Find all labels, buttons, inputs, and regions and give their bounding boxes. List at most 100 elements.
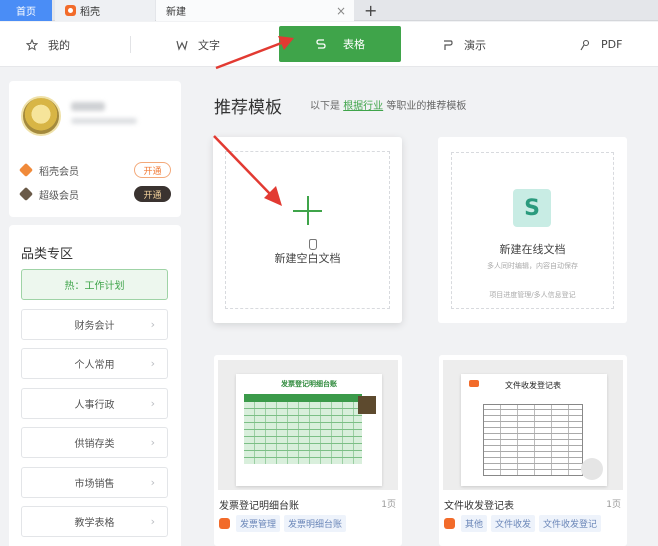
sheet-preview-decoration: [581, 458, 603, 480]
sheet-preview: 发票登记明细台账: [236, 374, 382, 486]
template-tags: 发票管理 发票明细台账: [219, 515, 347, 532]
nav-sheet-label: 表格: [343, 38, 365, 51]
template-card-invoice[interactable]: 发票登记明细台账 发票登记明细台账 1页 发票管理 发票明细台账: [214, 355, 402, 546]
annotation-arrow-to-sheet: [215, 36, 294, 70]
page-title: 推荐模板: [214, 98, 282, 118]
template-name: 文件收发登记表: [444, 501, 514, 512]
annotation-arrow-to-new-blank: [213, 135, 282, 206]
tab-new[interactable]: 新建 ×: [156, 0, 354, 21]
sheet-preview-header: [244, 394, 362, 402]
category-label: 教学表格: [74, 518, 115, 529]
pdf-icon: [580, 39, 590, 50]
category-item-work-plan[interactable]: 热：工作计划: [21, 269, 168, 300]
nav-divider: [130, 36, 131, 53]
category-label: 供销存类: [74, 439, 115, 450]
category-item-supply[interactable]: 供销存类 ›: [21, 427, 168, 458]
new-blank-doc-label: 新建空白文档: [274, 252, 341, 265]
online-doc-desc: 多人同时编辑，内容自动保存: [487, 262, 578, 270]
avatar[interactable]: [21, 96, 61, 136]
sheet-preview-decoration: [358, 396, 376, 414]
new-online-doc-card[interactable]: S 新建在线文档 多人同时编辑，内容自动保存 项目进度管理/多人信息登记: [438, 137, 627, 323]
industry-link[interactable]: 根据行业: [343, 101, 383, 112]
super-member-icon: [18, 186, 34, 202]
docer-logo-icon: [444, 518, 455, 529]
tab-home[interactable]: 首页: [0, 0, 52, 21]
category-item-finance[interactable]: 财务会计 ›: [21, 309, 168, 340]
subtitle-prefix: 以下是: [310, 101, 340, 112]
category-label: 热：工作计划: [64, 281, 125, 292]
nav-mine-label: 我的: [48, 38, 70, 52]
online-sheet-icon: S: [513, 189, 551, 227]
sheet-preview-table: [483, 404, 583, 476]
category-label: 市场销售: [74, 479, 115, 490]
category-panel: 品类专区 热：工作计划 财务会计 › 个人常用 › 人事行政 › 供销存类 › …: [9, 225, 181, 546]
category-label: 个人常用: [74, 360, 115, 371]
template-name: 发票登记明细台账: [219, 501, 299, 512]
sheet-preview-table: [244, 394, 362, 464]
tab-new-label: 新建: [166, 7, 186, 18]
nav-present[interactable]: 演示: [442, 22, 486, 67]
sheet-preview-title: 文件收发登记表: [505, 381, 561, 390]
docer-logo-icon: [65, 5, 76, 16]
template-card-file-log[interactable]: 文件收发登记表 文件收发登记表 1页 其他 文件收发 文件收发登记: [439, 355, 627, 546]
member-label: 超级会员: [39, 190, 79, 202]
category-item-marketing[interactable]: 市场销售 ›: [21, 467, 168, 498]
member-row-super: 超级会员 开通: [18, 186, 171, 202]
chevron-right-icon: ›: [150, 357, 155, 370]
user-card: 稻壳会员 开通 超级会员 开通: [9, 81, 181, 217]
sheet-preview-logo: [469, 380, 479, 387]
plus-icon: [293, 196, 322, 225]
category-label: 财务会计: [74, 321, 115, 332]
new-tab-plus-icon[interactable]: +: [364, 0, 377, 21]
open-super-member-button[interactable]: 开通: [134, 186, 171, 202]
nav-pdf-label: PDF: [601, 38, 623, 51]
docer-logo-icon: [219, 518, 230, 529]
blurred-username: [71, 102, 105, 111]
chevron-right-icon: ›: [150, 476, 155, 489]
template-tags: 其他 文件收发 文件收发登记: [444, 515, 602, 532]
tab-docer[interactable]: 稻壳: [55, 0, 155, 21]
doc-type-nav: 我的 文字 表格 演示 PDF: [0, 22, 658, 67]
category-item-personal[interactable]: 个人常用 ›: [21, 348, 168, 379]
chevron-right-icon: ›: [150, 436, 155, 449]
member-row-docer: 稻壳会员 开通: [18, 162, 171, 178]
page-subtitle: 以下是 根据行业 等职业的推荐模板: [310, 97, 466, 112]
nav-present-label: 演示: [464, 38, 486, 52]
present-p-icon: [444, 39, 453, 50]
chevron-right-icon: ›: [150, 318, 155, 331]
template-tag[interactable]: 发票管理: [236, 515, 281, 532]
sheet-preview-title: 发票登记明细台账: [281, 380, 337, 388]
tab-home-label: 首页: [16, 7, 36, 18]
browser-tab-bar: 首页 稻壳 新建 × +: [0, 0, 658, 21]
category-item-hr[interactable]: 人事行政 ›: [21, 388, 168, 419]
sheet-preview: 文件收发登记表: [461, 374, 607, 486]
template-pages: 1页: [606, 500, 621, 510]
online-doc-title: 新建在线文档: [499, 243, 566, 256]
template-tag[interactable]: 发票明细台账: [284, 515, 347, 532]
blurred-user-id: [71, 118, 137, 124]
template-thumbnail: 文件收发登记表: [443, 360, 623, 490]
template-tag[interactable]: 文件收发: [491, 515, 536, 532]
hand-cursor-icon: [309, 239, 317, 250]
open-docer-member-button[interactable]: 开通: [134, 162, 171, 178]
dashed-border: [451, 152, 614, 309]
nav-mine[interactable]: 我的: [26, 22, 70, 67]
writer-w-icon: [176, 40, 188, 51]
sheet-s-icon: [316, 39, 326, 49]
template-tag[interactable]: 其他: [461, 515, 488, 532]
chevron-right-icon: ›: [150, 397, 155, 410]
nav-pdf[interactable]: PDF: [579, 22, 622, 67]
close-icon[interactable]: ×: [336, 4, 346, 18]
template-tag[interactable]: 文件收发登记: [539, 515, 602, 532]
chevron-right-icon: ›: [150, 515, 155, 528]
category-label: 人事行政: [74, 400, 115, 411]
category-item-teaching[interactable]: 教学表格 ›: [21, 506, 168, 537]
category-title: 品类专区: [21, 247, 74, 262]
star-icon: [26, 38, 38, 51]
docer-member-icon: [18, 162, 34, 178]
member-label: 稻壳会员: [39, 166, 79, 178]
template-thumbnail: 发票登记明细台账: [218, 360, 398, 490]
online-doc-tags: 项目进度管理/多人信息登记: [489, 291, 576, 299]
template-pages: 1页: [381, 500, 396, 510]
tab-docer-label: 稻壳: [80, 7, 100, 18]
